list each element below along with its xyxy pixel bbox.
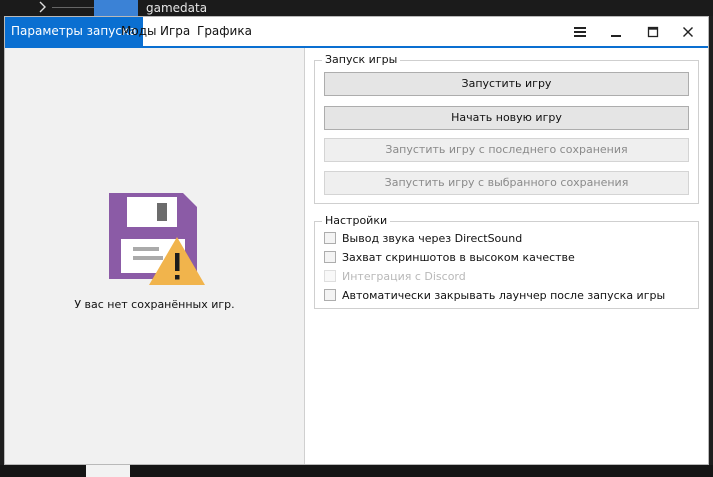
hq-screenshots-label: Захват скриншотов в высоком качестве — [342, 250, 575, 264]
tree-connector-line — [52, 7, 94, 8]
tab-graphics[interactable]: Графика — [191, 17, 258, 46]
background-folder-title: gamedata — [146, 1, 208, 15]
launch-game-button[interactable]: Запустить игру — [324, 72, 689, 96]
hq-screenshots-option[interactable]: Захват скриншотов в высоком качестве — [324, 248, 575, 266]
launch-group: Запуск игры Запустить игру Начать новую … — [314, 53, 699, 204]
autoclose-checkbox[interactable] — [324, 289, 336, 301]
launcher-window: Параметры запуска Моды Игра Графика У ва… — [4, 16, 709, 465]
minimize-icon — [611, 34, 621, 37]
hq-screenshots-checkbox[interactable] — [324, 251, 336, 263]
chevron-right-icon[interactable] — [36, 0, 50, 14]
menu-button[interactable] — [566, 17, 594, 46]
settings-group-title: Настройки — [322, 214, 391, 227]
directsound-checkbox[interactable] — [324, 232, 336, 244]
launch-last-save-button[interactable]: Запустить игру с последнего сохранения — [324, 138, 689, 162]
discord-option[interactable]: Интеграция с Discord — [324, 267, 466, 285]
directsound-option[interactable]: Вывод звука через DirectSound — [324, 229, 522, 247]
maximize-icon — [647, 26, 659, 37]
floppy-warning-icon — [107, 191, 205, 287]
autoclose-option[interactable]: Автоматически закрывать лаунчер после за… — [324, 286, 665, 304]
menu-icon — [574, 26, 586, 37]
background-file-icon — [86, 465, 130, 477]
saves-panel: У вас нет сохранённых игр. — [5, 48, 305, 464]
directsound-label: Вывод звука через DirectSound — [342, 231, 523, 245]
launch-selected-save-button[interactable]: Запустить игру с выбранного сохранения — [324, 171, 689, 195]
no-saves-message: У вас нет сохранённых игр. — [74, 298, 235, 311]
selected-highlight — [94, 0, 138, 16]
new-game-button[interactable]: Начать новую игру — [324, 106, 689, 130]
close-button[interactable] — [674, 17, 702, 46]
discord-checkbox[interactable] — [324, 270, 336, 282]
launch-group-title: Запуск игры — [322, 53, 401, 66]
minimize-button[interactable] — [602, 17, 630, 46]
title-bar: Параметры запуска Моды Игра Графика — [5, 17, 708, 48]
tab-game[interactable]: Игра — [154, 17, 196, 46]
settings-group: Настройки Вывод звука через DirectSound … — [314, 214, 699, 309]
autoclose-label: Автоматически закрывать лаунчер после за… — [342, 288, 666, 302]
discord-label: Интеграция с Discord — [342, 269, 466, 283]
maximize-button[interactable] — [639, 17, 667, 46]
close-icon — [683, 26, 693, 37]
